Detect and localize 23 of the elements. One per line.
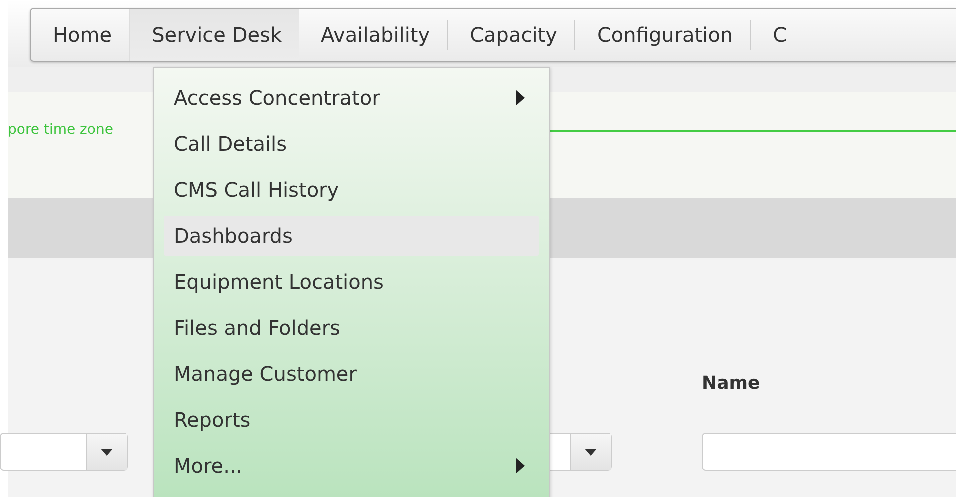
menu-item[interactable]: CMS Call History: [164, 170, 539, 210]
nav-item[interactable]: Availability: [299, 9, 448, 61]
input-field[interactable]: [702, 433, 956, 471]
menu-item[interactable]: Manage Customer: [164, 354, 539, 394]
notice-text: pore time zone: [8, 122, 114, 138]
caret-icon: [585, 448, 597, 456]
menu-item[interactable]: Files and Folders: [164, 308, 539, 348]
menu-item[interactable]: Dashboards: [164, 216, 539, 256]
nav-item[interactable]: Home: [31, 9, 130, 61]
nav-item[interactable]: Service Desk: [129, 9, 300, 61]
select-field[interactable]: [0, 433, 128, 471]
nav-item[interactable]: Configuration: [575, 9, 750, 61]
caret-icon: [101, 448, 113, 456]
menu-item[interactable]: Reports: [164, 400, 539, 440]
nav-item[interactable]: C: [751, 9, 804, 61]
menu-item[interactable]: Access Concentrator: [164, 78, 539, 118]
submenu-arrow-icon: [516, 458, 525, 474]
submenu-arrow-icon: [516, 90, 525, 106]
menu-item[interactable]: Call Details: [164, 124, 539, 164]
nav-item[interactable]: Capacity: [448, 9, 574, 61]
menu-item[interactable]: Equipment Locations: [164, 262, 539, 302]
menu-item[interactable]: More...: [164, 446, 539, 486]
field-label: Name: [702, 373, 760, 394]
